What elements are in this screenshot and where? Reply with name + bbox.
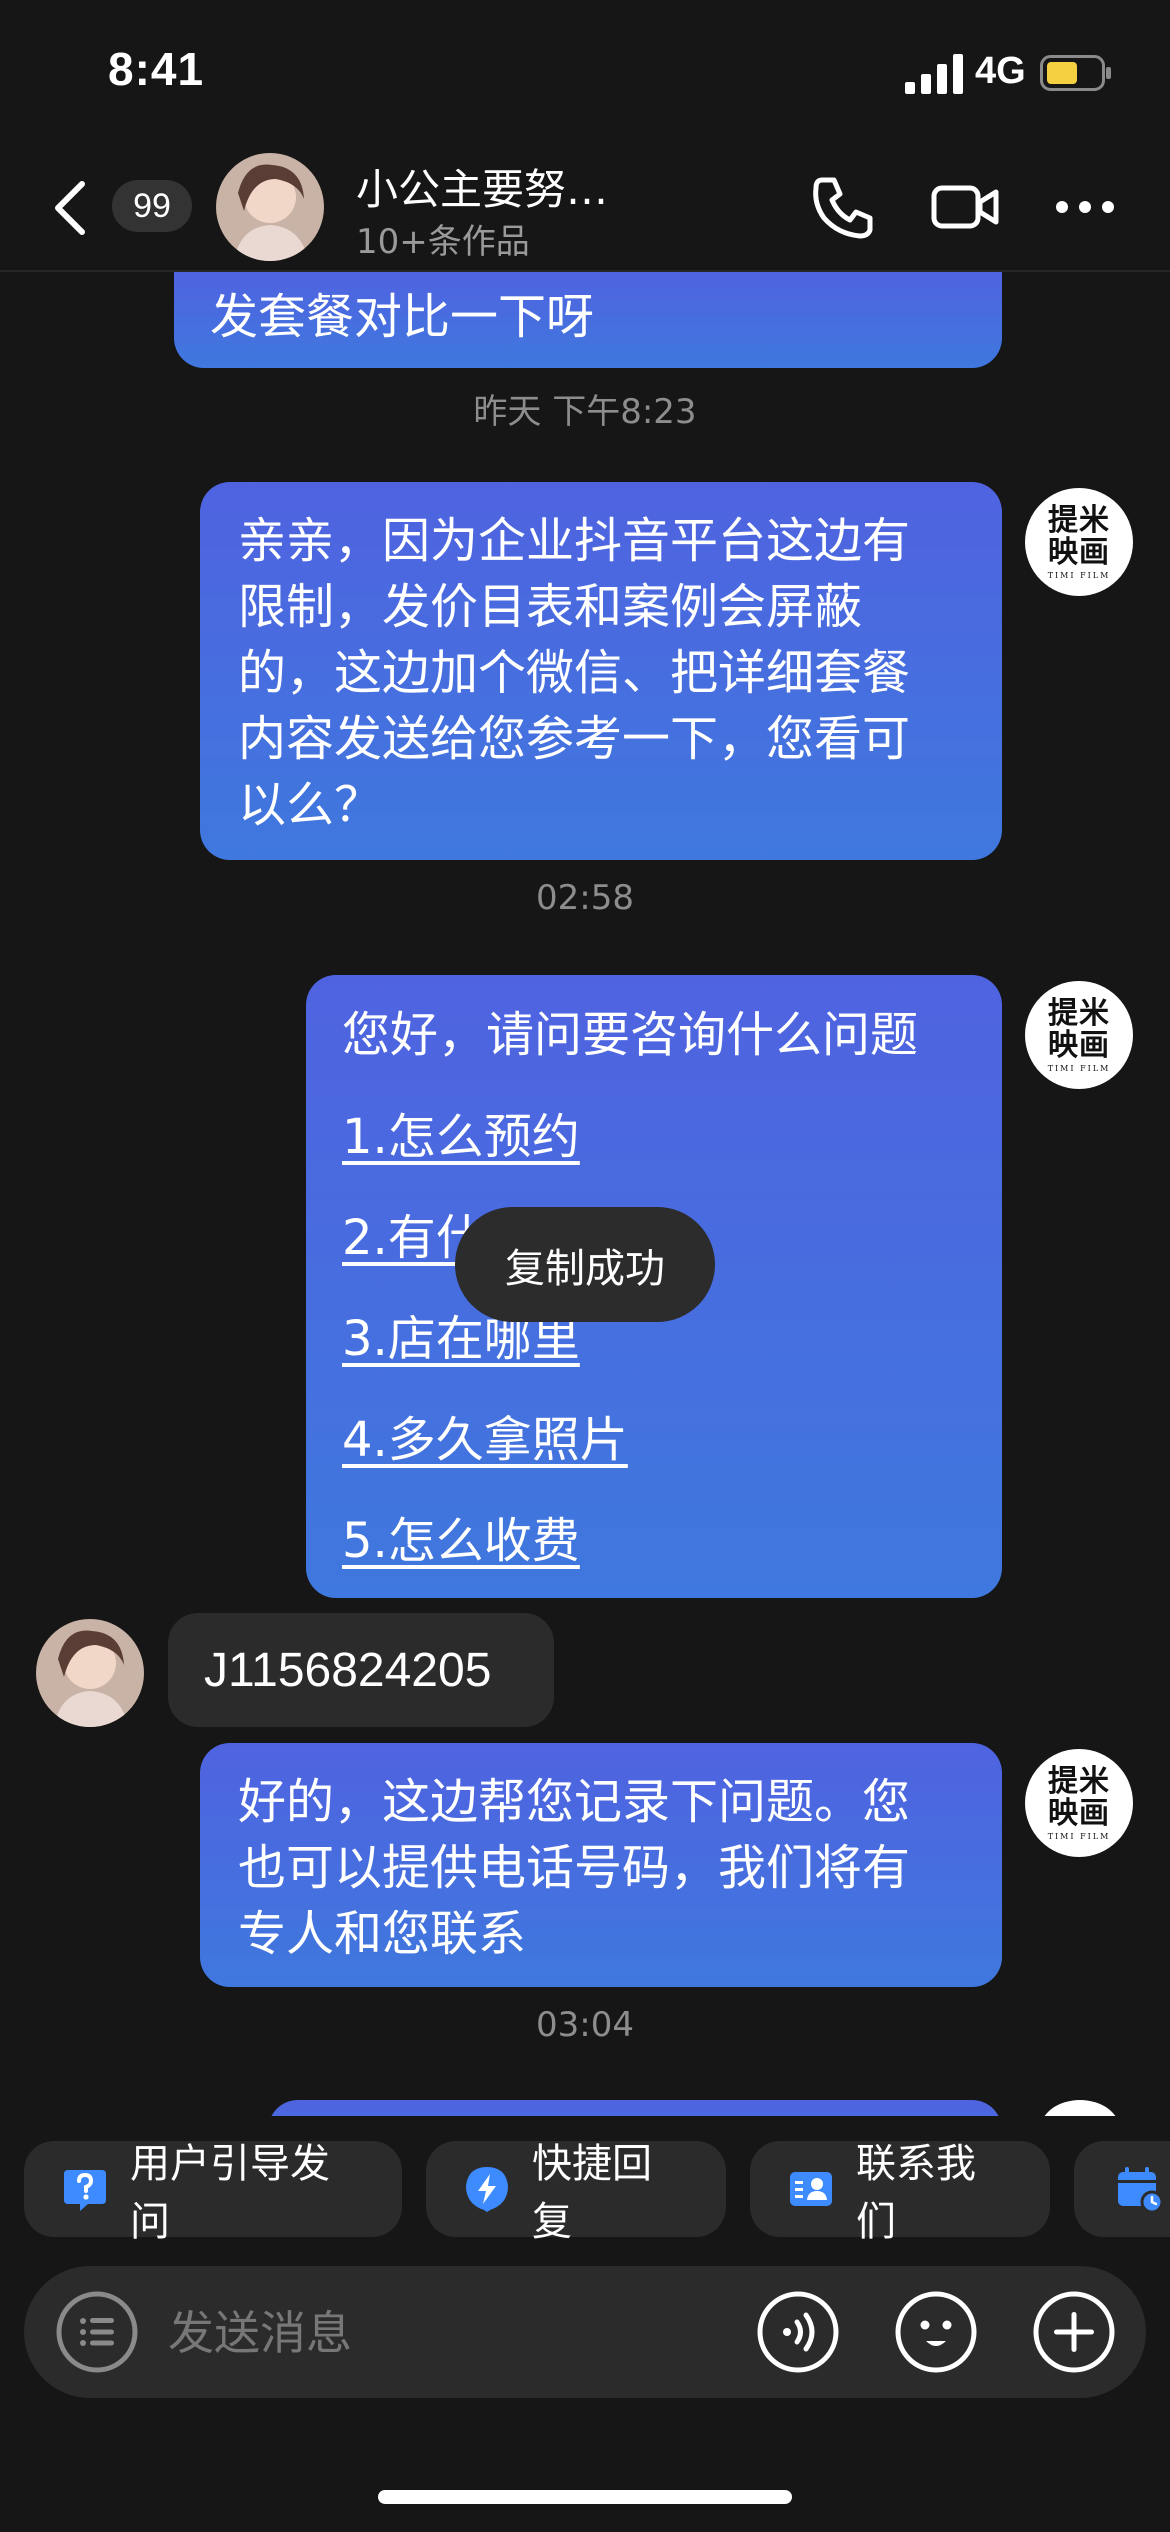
home-indicator [378, 2490, 792, 2504]
message-input[interactable] [166, 2300, 730, 2366]
menu-option-4[interactable]: 4.多久拿照片 [342, 1408, 966, 1472]
calendar-icon [1118, 2167, 1164, 2214]
unread-badge: 99 [112, 180, 192, 232]
brand-name-line2: 映画 [1048, 1795, 1110, 1831]
timestamp: 昨天 下午8:23 [473, 392, 697, 432]
voice-input-icon[interactable] [755, 2289, 841, 2375]
message-bubble-received[interactable]: J1156824205 [168, 1613, 554, 1727]
chip-label: 用户引导发问 [130, 2141, 330, 2245]
emoji-icon[interactable] [893, 2289, 979, 2375]
brand-avatar[interactable]: 提米 映画 TIMI FILM [1025, 1749, 1133, 1857]
question-icon [64, 2170, 106, 2211]
back-arrow-icon[interactable] [50, 178, 90, 238]
quick-action-guide-question[interactable]: 用户引导发问 [24, 2141, 402, 2245]
message-line: 好的，这边帮您记录下问题。您 [238, 1774, 911, 1830]
timestamp: 03:04 [536, 2005, 634, 2045]
brand-name-line2: 映画 [1048, 534, 1110, 570]
status-time: 8:41 [108, 43, 205, 95]
brand-subtext: TIMI FILM [1047, 1831, 1111, 1841]
network-type: 4G [975, 50, 1026, 92]
menu-option-1[interactable]: 1.怎么预约 [342, 1105, 966, 1169]
message-line: 限制，发价目表和案例会屏蔽 [238, 579, 863, 635]
message-bubble-partial[interactable] [268, 2100, 1002, 2116]
brand-name-line1: 提米 [1048, 502, 1110, 538]
message-line: 的，这边加个微信、把详细套餐 [238, 645, 911, 701]
message-line: 内容发送给您参考一下，您看可 [238, 711, 911, 767]
brand-name-line1: 提米 [1048, 1763, 1110, 1799]
contact-avatar[interactable] [216, 153, 324, 261]
chip-label: 联系我们 [856, 2141, 976, 2245]
video-call-icon[interactable] [930, 172, 1000, 242]
add-icon[interactable] [1031, 2289, 1117, 2375]
quick-action-quick-reply[interactable]: 快捷回复 [426, 2141, 726, 2245]
menu-option-5[interactable]: 5.怎么收费 [342, 1509, 966, 1573]
phone-call-icon[interactable] [808, 172, 878, 242]
timestamp: 02:58 [536, 878, 634, 918]
quick-action-contact-us[interactable]: 联系我们 [750, 2141, 1050, 2245]
quick-action-schedule[interactable] [1074, 2141, 1170, 2237]
message-bubble-sent[interactable]: 亲亲，因为企业抖音平台这边有 限制，发价目表和案例会屏蔽 的，这边加个微信、把详… [200, 482, 1002, 860]
contact-card-icon [790, 2172, 832, 2206]
message-bubble-sent[interactable]: 好的，这边帮您记录下问题。您 也可以提供电话号码，我们将有 专人和您联系 [200, 1743, 1002, 1987]
more-options-icon[interactable] [1050, 172, 1120, 242]
brand-name-line1: 提米 [1048, 995, 1110, 1031]
signal-strength-icon [905, 54, 963, 94]
brand-avatar[interactable]: 提米 映画 TIMI FILM [1025, 488, 1133, 596]
list-menu-icon[interactable] [54, 2289, 140, 2375]
message-bubble-partial[interactable]: 发套餐对比一下呀 [174, 272, 1002, 368]
brand-avatar [1040, 2100, 1120, 2116]
contact-avatar[interactable] [36, 1619, 144, 1727]
message-line: 专人和您联系 [238, 1906, 527, 1962]
battery-icon [1040, 55, 1111, 91]
message-text: 发套餐对比一下呀 [210, 289, 595, 345]
contact-subtitle: 10+条作品 [356, 222, 530, 262]
message-line: 也可以提供电话号码，我们将有 [238, 1840, 911, 1896]
brand-name-line2: 映画 [1048, 1027, 1110, 1063]
menu-title: 您好，请问要咨询什么问题 [342, 1007, 919, 1063]
message-line: 以么？ [238, 777, 383, 833]
brand-avatar[interactable]: 提米 映画 TIMI FILM [1025, 981, 1133, 1089]
brand-subtext: TIMI FILM [1047, 1063, 1111, 1073]
toast-copied: 复制成功 [455, 1207, 715, 1322]
message-clip [0, 2100, 1170, 2116]
contact-name[interactable]: 小公主要努… [356, 156, 608, 217]
chip-label: 快捷回复 [532, 2141, 652, 2245]
brand-subtext: TIMI FILM [1047, 570, 1111, 580]
message-line: 亲亲，因为企业抖音平台这边有 [238, 513, 911, 569]
lightning-icon [466, 2167, 508, 2212]
